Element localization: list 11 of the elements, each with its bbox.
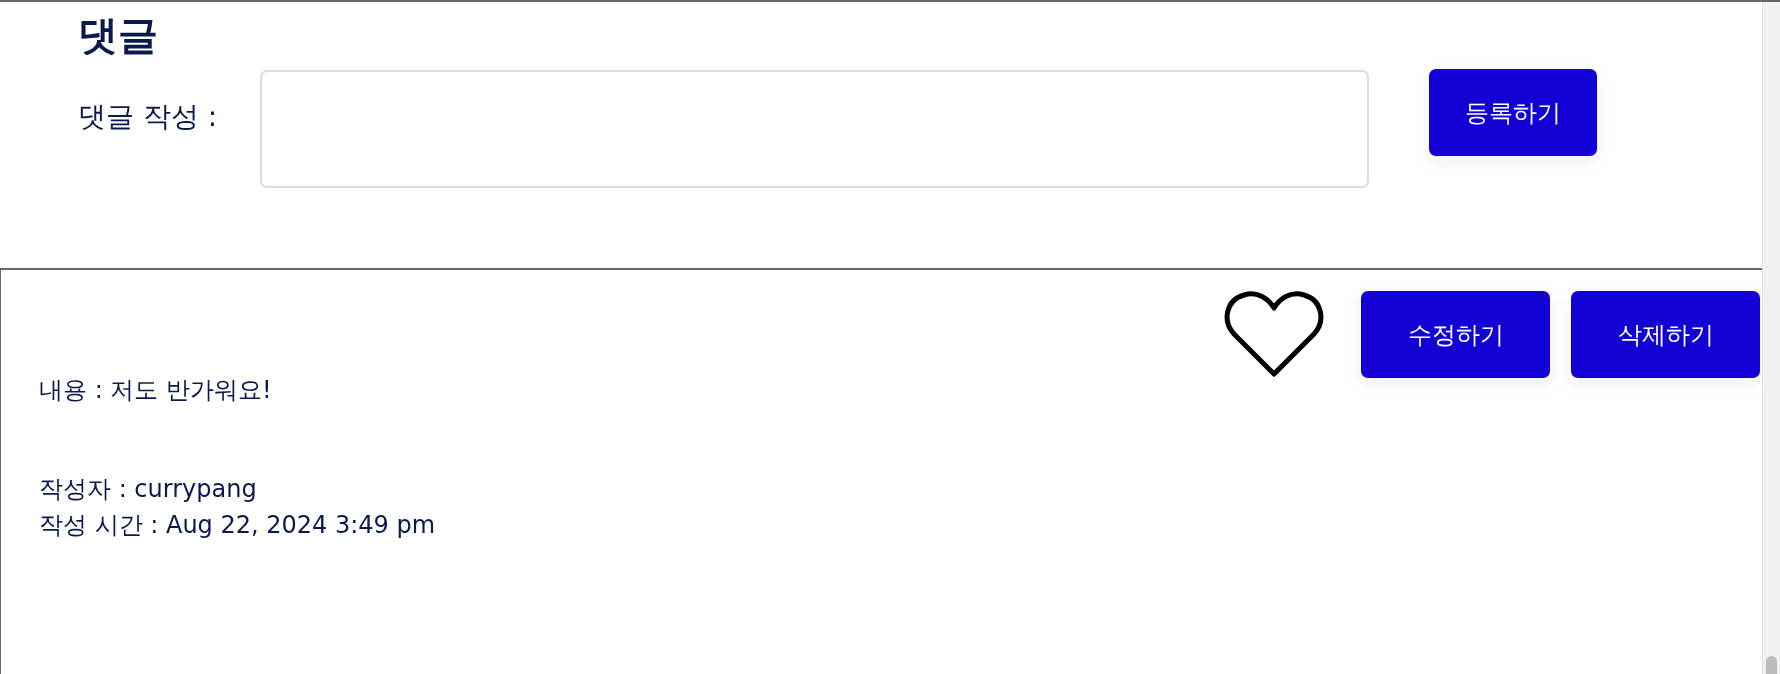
comment-label: 댓글 작성 : [78,99,219,135]
edit-button[interactable]: 수정하기 [1361,291,1550,378]
submit-button[interactable]: 등록하기 [1429,69,1597,156]
comment-content: 내용 : 저도 반가워요! [39,375,273,406]
comment-author: 작성자 : currypang [39,474,258,505]
heart-icon[interactable] [1224,290,1324,378]
section-title: 댓글 [78,12,159,58]
comment-input-field[interactable] [260,70,1369,188]
scrollbar[interactable] [1762,2,1780,674]
delete-button[interactable]: 삭제하기 [1571,291,1760,378]
comment-time: 작성 시간 : Aug 22, 2024 3:49 pm [39,510,437,541]
